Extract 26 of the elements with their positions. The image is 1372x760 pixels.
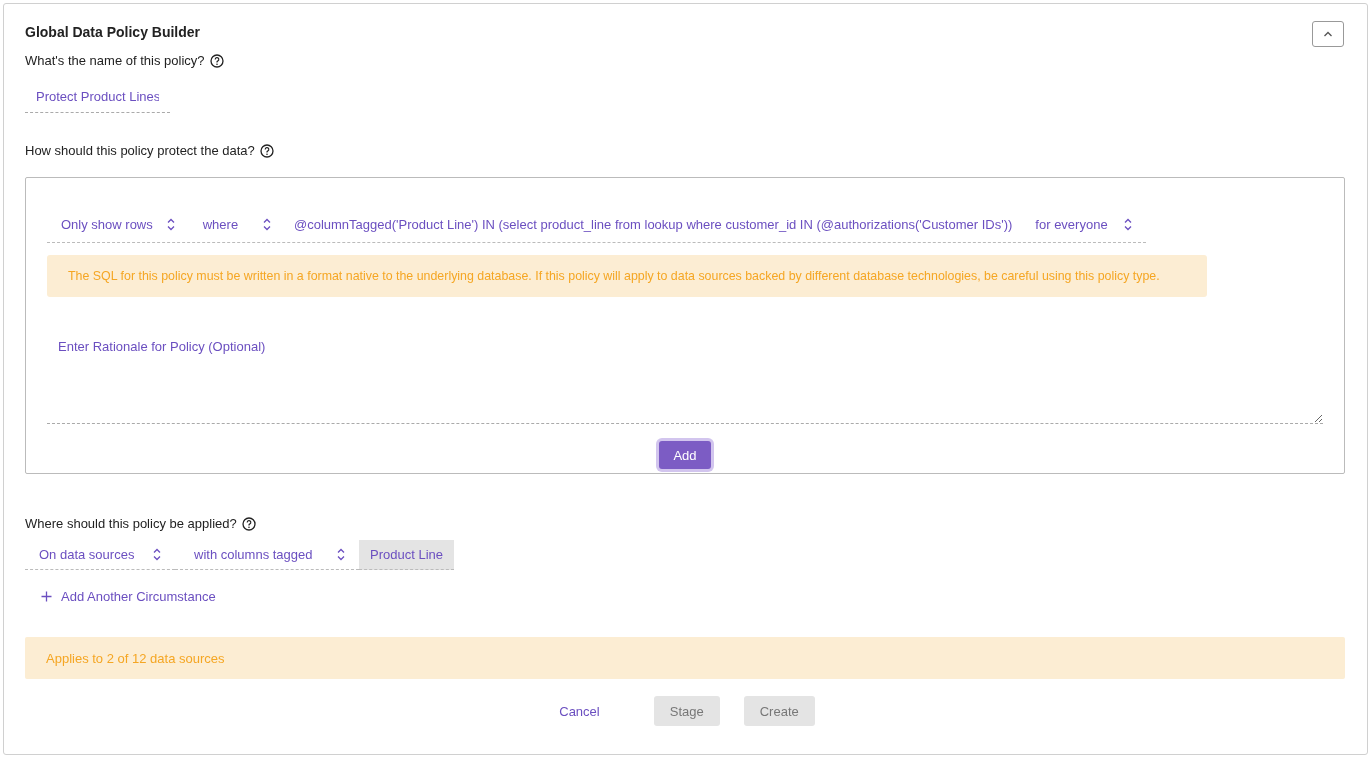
question-label: Where should this policy be applied? bbox=[25, 516, 237, 531]
question-label: What's the name of this policy? bbox=[25, 53, 205, 68]
condition-select[interactable]: On data sources bbox=[25, 540, 175, 570]
rule-select[interactable]: where bbox=[188, 206, 285, 242]
up-down-caret-icon bbox=[153, 548, 161, 561]
question-label: How should this policy protect the data? bbox=[25, 143, 255, 158]
help-icon[interactable] bbox=[259, 143, 274, 158]
up-down-caret-icon bbox=[1124, 217, 1132, 231]
up-down-caret-icon bbox=[262, 217, 271, 231]
cancel-link[interactable]: Cancel bbox=[543, 696, 616, 726]
plus-icon bbox=[41, 591, 52, 602]
rule-select[interactable]: Only show rows bbox=[47, 206, 189, 242]
rule-select[interactable]: for everyone bbox=[1021, 206, 1146, 242]
page-title: Global Data Policy Builder bbox=[25, 24, 201, 40]
add-circumstance-link[interactable]: Add Another Circumstance bbox=[41, 589, 216, 604]
chevron-up-icon bbox=[1323, 31, 1333, 37]
warning-message: The SQL for this policy must be written in a format native to the underlying database. If this policy will apply to data sources backed by different database technologies, be careful using this policy type. bbox=[47, 255, 1207, 297]
summary-banner: Applies to 2 of 12 data sources bbox=[25, 637, 1345, 679]
help-icon[interactable] bbox=[241, 516, 256, 531]
sql-condition[interactable]: @columnTagged('Product Line') IN (select product_line from lookup where customer_id IN (@authorizations('Customer IDs')) bbox=[284, 216, 1022, 232]
help-icon[interactable] bbox=[209, 53, 224, 68]
collapse-button[interactable] bbox=[1312, 21, 1344, 47]
add-button[interactable]: Add bbox=[659, 441, 711, 469]
tag-chip[interactable]: Product Line bbox=[359, 540, 454, 570]
up-down-caret-icon bbox=[166, 217, 175, 231]
up-down-caret-icon bbox=[337, 548, 345, 561]
